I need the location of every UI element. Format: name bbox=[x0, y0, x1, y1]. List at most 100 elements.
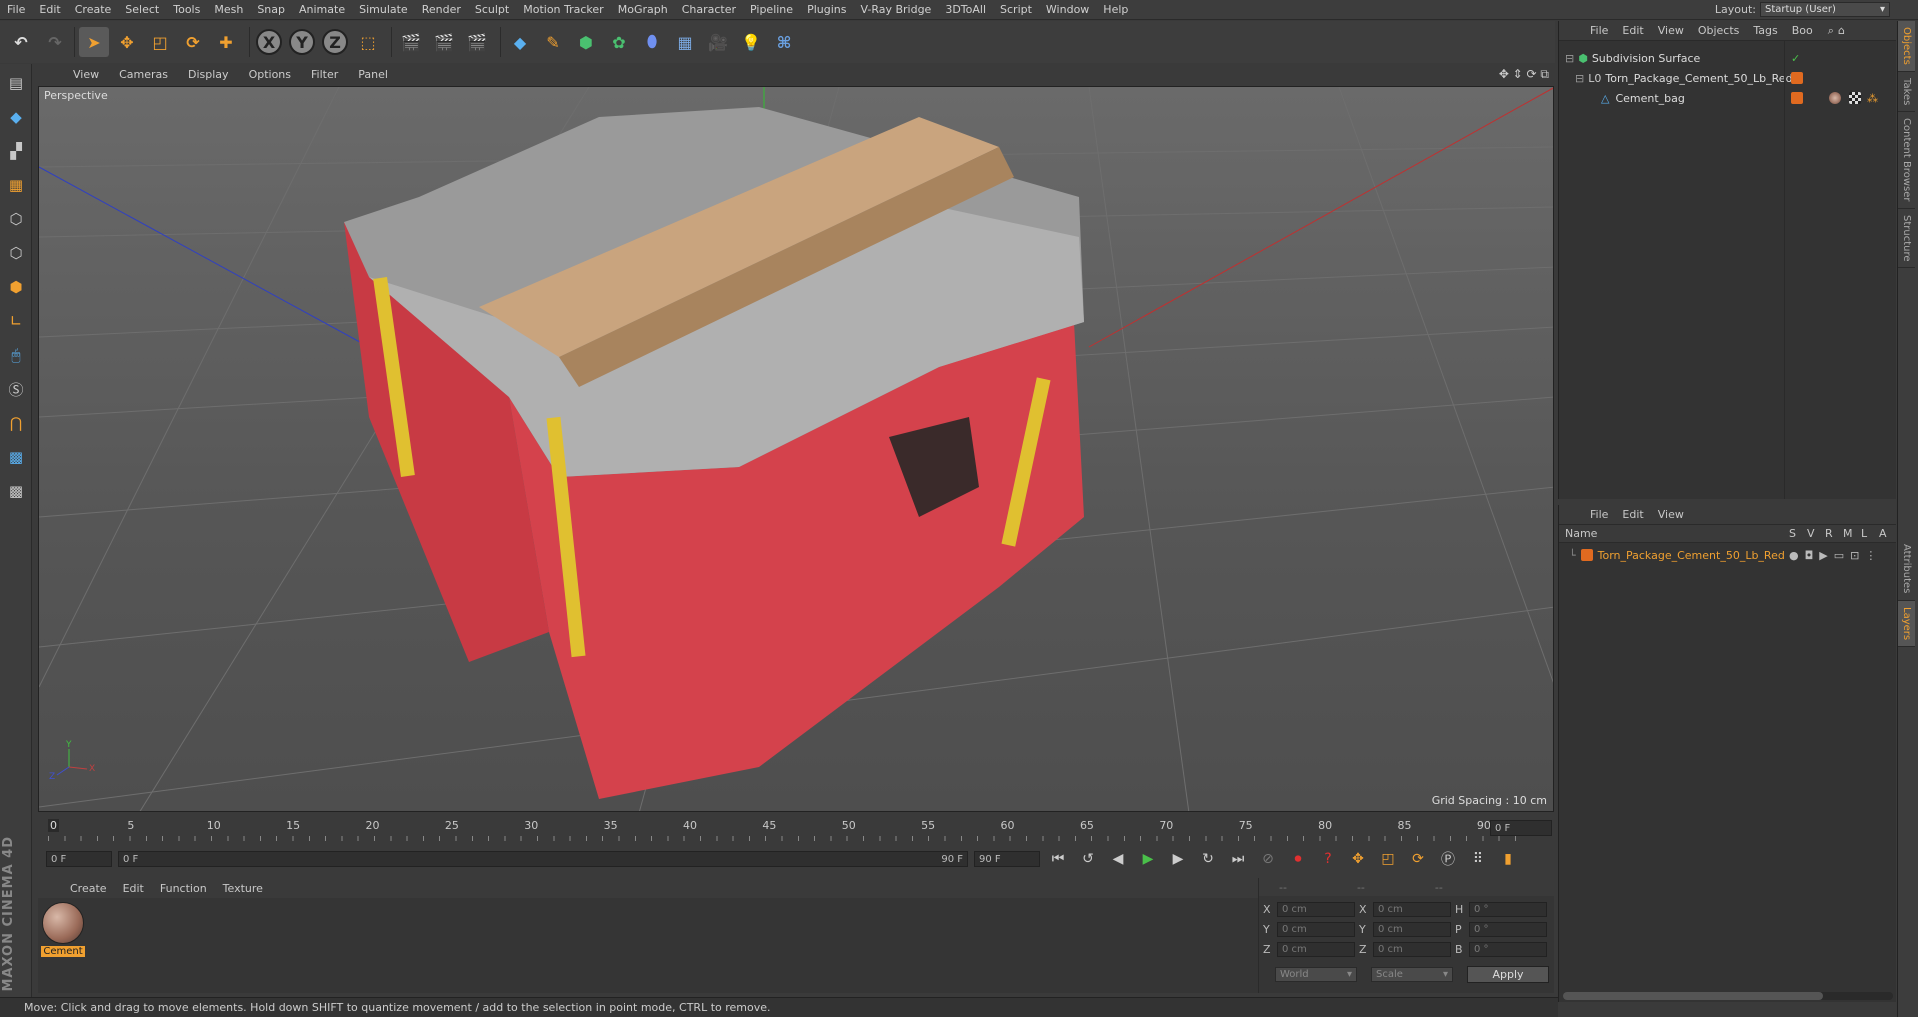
points-mode-button[interactable]: ⬡ bbox=[2, 204, 30, 234]
layer-color-tag[interactable] bbox=[1791, 72, 1803, 84]
position-z-field[interactable]: 0 cm bbox=[1277, 942, 1355, 957]
search-icon[interactable]: ⌕ bbox=[1828, 24, 1834, 38]
menu-tools[interactable]: Tools bbox=[166, 3, 207, 16]
pen-button[interactable]: ✎ bbox=[538, 27, 568, 57]
coordinate-system-button[interactable]: ⬚ bbox=[353, 27, 383, 57]
menu-edit[interactable]: Edit bbox=[32, 3, 67, 16]
snap-button[interactable]: Ⓢ bbox=[2, 374, 30, 404]
tab-layers[interactable]: Layers bbox=[1898, 600, 1915, 647]
render-picture-viewer-button[interactable]: 🎬 bbox=[429, 27, 459, 57]
z-axis-button[interactable]: Z bbox=[320, 27, 350, 57]
render-settings-button[interactable]: 🎬 bbox=[462, 27, 492, 57]
light-button[interactable]: 💡 bbox=[736, 27, 766, 57]
enabled-check-icon[interactable]: ✓ bbox=[1791, 52, 1800, 65]
layer-menu-file[interactable]: File bbox=[1583, 508, 1615, 521]
magnet-button[interactable]: ⋂ bbox=[2, 408, 30, 438]
play-button[interactable]: ▶ bbox=[1136, 847, 1160, 871]
phong-tag-icon[interactable]: ⁂ bbox=[1867, 92, 1878, 105]
vp-menu-display[interactable]: Display bbox=[179, 68, 238, 81]
y-axis-button[interactable]: Y bbox=[287, 27, 317, 57]
next-frame-button[interactable]: ▶ bbox=[1166, 847, 1190, 871]
key-scale-button[interactable]: ◰ bbox=[1376, 847, 1400, 871]
timeline-ruler[interactable]: 0 5 10 15 20 25 30 35 40 45 50 55 60 65 … bbox=[38, 814, 1554, 842]
3d-viewport[interactable]: Y X Z Perspective Grid Spacing : 10 cm bbox=[38, 86, 1554, 812]
vp-menu-view[interactable]: View bbox=[64, 68, 108, 81]
rotation-h-field[interactable]: 0 ° bbox=[1469, 902, 1547, 917]
menu-help[interactable]: Help bbox=[1096, 3, 1135, 16]
frame-range-slider[interactable]: 0 F 90 F bbox=[118, 851, 968, 867]
mat-menu-create[interactable]: Create bbox=[62, 882, 115, 895]
tab-objects[interactable]: Objects bbox=[1898, 21, 1915, 72]
key-parameter-button[interactable]: Ⓟ bbox=[1436, 847, 1460, 871]
cement-bag-model[interactable] bbox=[344, 107, 1084, 799]
scrollbar-thumb[interactable] bbox=[1563, 992, 1823, 1000]
size-y-field[interactable]: 0 cm bbox=[1373, 922, 1451, 937]
mat-menu-function[interactable]: Function bbox=[152, 882, 215, 895]
previous-key-button[interactable]: ↺ bbox=[1076, 847, 1100, 871]
size-mode-dropdown[interactable]: Scale ▾ bbox=[1371, 967, 1453, 982]
menu-vray-bridge[interactable]: V-Ray Bridge bbox=[853, 3, 938, 16]
obj-menu-view[interactable]: View bbox=[1651, 24, 1691, 37]
object-row[interactable]: △ Cement_bag ⁂ bbox=[1559, 88, 1897, 108]
menu-window[interactable]: Window bbox=[1039, 3, 1096, 16]
record-disabled-button[interactable]: ⊘ bbox=[1256, 847, 1280, 871]
menu-render[interactable]: Render bbox=[415, 3, 468, 16]
workplane-button[interactable]: ▦ bbox=[2, 170, 30, 200]
end-frame-field[interactable]: 90 F bbox=[974, 851, 1040, 867]
cube-button[interactable]: ◆ bbox=[505, 27, 535, 57]
horizontal-scrollbar[interactable] bbox=[1563, 992, 1893, 1000]
tab-attributes[interactable]: Attributes bbox=[1898, 538, 1915, 601]
menu-character[interactable]: Character bbox=[675, 3, 743, 16]
undo-button[interactable]: ↶ bbox=[6, 27, 36, 57]
tweak-mode-button[interactable]: 🖱 bbox=[2, 340, 30, 370]
key-position-button[interactable]: ✥ bbox=[1346, 847, 1370, 871]
menu-animate[interactable]: Animate bbox=[292, 3, 352, 16]
deformer-button[interactable]: ⬮ bbox=[637, 27, 667, 57]
menu-script[interactable]: Script bbox=[993, 3, 1039, 16]
vp-menu-panel[interactable]: Panel bbox=[349, 68, 397, 81]
texture-mode-button[interactable]: ▞ bbox=[2, 136, 30, 166]
planar-workplane-button[interactable]: ▩ bbox=[2, 476, 30, 506]
timeline-window-button[interactable]: ▮ bbox=[1496, 847, 1520, 871]
vp-menu-options[interactable]: Options bbox=[240, 68, 300, 81]
tab-content-browser[interactable]: Content Browser bbox=[1898, 112, 1915, 209]
axis-mode-button[interactable]: ∟ bbox=[2, 306, 30, 336]
mat-menu-edit[interactable]: Edit bbox=[115, 882, 152, 895]
rotation-p-field[interactable]: 0 ° bbox=[1469, 922, 1547, 937]
record-button[interactable]: ⏺ bbox=[1286, 847, 1310, 871]
camera-button[interactable]: 🎥 bbox=[703, 27, 733, 57]
menu-3dtoall[interactable]: 3DToAll bbox=[938, 3, 993, 16]
make-editable-button[interactable]: ▤ bbox=[2, 68, 30, 98]
menu-select[interactable]: Select bbox=[118, 3, 166, 16]
previous-frame-button[interactable]: ◀ bbox=[1106, 847, 1130, 871]
object-row[interactable]: ⊟ L0 Torn_Package_Cement_50_Lb_Red bbox=[1559, 68, 1897, 88]
scale-tool-button[interactable]: ◰ bbox=[145, 27, 175, 57]
menu-motion-tracker[interactable]: Motion Tracker bbox=[516, 3, 610, 16]
layout-dropdown[interactable]: Startup (User) ▾ bbox=[1760, 2, 1890, 17]
object-row[interactable]: ⊟ ⬢ Subdivision Surface ✓ bbox=[1559, 48, 1897, 68]
mograph-button[interactable]: ✿ bbox=[604, 27, 634, 57]
layer-menu-view[interactable]: View bbox=[1651, 508, 1691, 521]
go-to-end-button[interactable]: ⏭ bbox=[1226, 847, 1250, 871]
key-rotation-button[interactable]: ⟳ bbox=[1406, 847, 1430, 871]
material-swatch[interactable]: Cement bbox=[41, 902, 85, 957]
coordinate-mode-dropdown[interactable]: World ▾ bbox=[1275, 967, 1357, 982]
material-tag-icon[interactable] bbox=[1829, 92, 1841, 104]
menu-pipeline[interactable]: Pipeline bbox=[743, 3, 800, 16]
redo-button[interactable]: ↷ bbox=[40, 27, 70, 57]
obj-menu-edit[interactable]: Edit bbox=[1615, 24, 1650, 37]
expand-icon[interactable]: ⊟ bbox=[1565, 52, 1574, 65]
menu-mograph[interactable]: MoGraph bbox=[611, 3, 675, 16]
layer-color-tag[interactable] bbox=[1791, 92, 1803, 104]
tab-takes[interactable]: Takes bbox=[1898, 72, 1915, 113]
start-frame-field[interactable]: 0 F bbox=[46, 851, 112, 867]
home-icon[interactable]: ⌂ bbox=[1838, 24, 1845, 37]
render-view-button[interactable]: 🎬 bbox=[396, 27, 426, 57]
model-mode-button[interactable]: ◆ bbox=[2, 102, 30, 132]
rotation-b-field[interactable]: 0 ° bbox=[1469, 942, 1547, 957]
layer-toggle-icons[interactable]: ●◘▶▭⊡⋮ bbox=[1789, 549, 1882, 562]
subdivision-button[interactable]: ⬢ bbox=[571, 27, 601, 57]
position-y-field[interactable]: 0 cm bbox=[1277, 922, 1355, 937]
menu-sculpt[interactable]: Sculpt bbox=[468, 3, 516, 16]
size-x-field[interactable]: 0 cm bbox=[1373, 902, 1451, 917]
